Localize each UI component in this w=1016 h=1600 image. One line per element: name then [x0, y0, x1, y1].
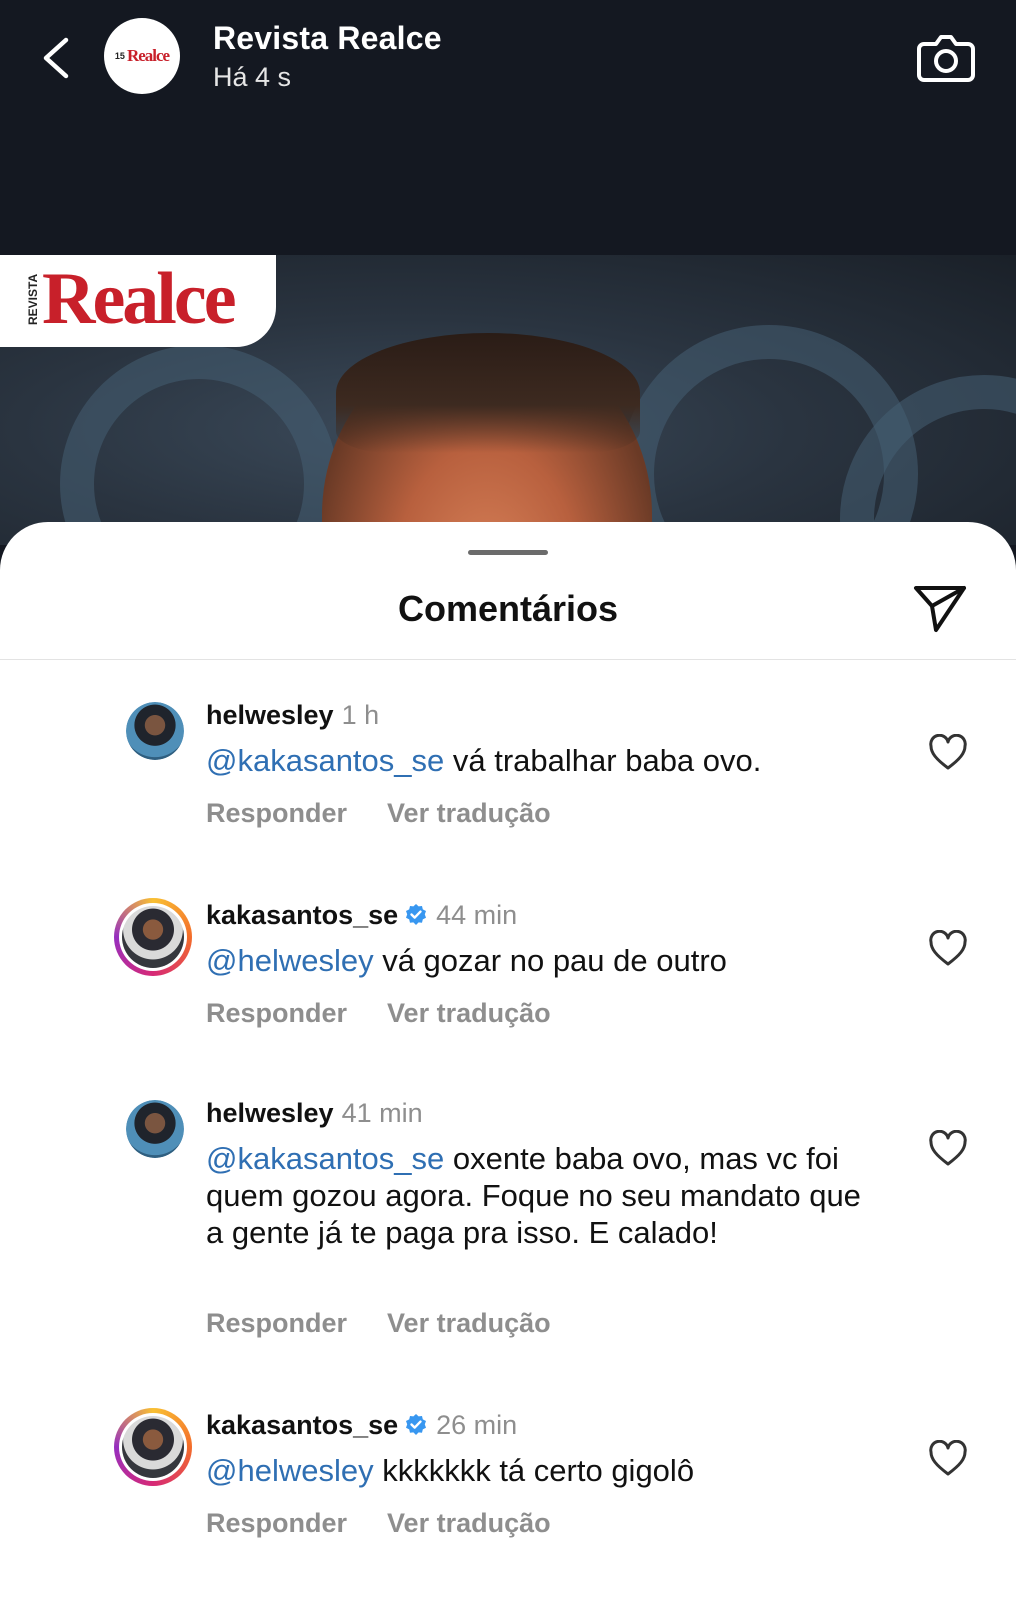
comment-mention[interactable]: @kakasantos_se: [206, 1141, 444, 1176]
brand-name-text: Realce: [42, 258, 237, 340]
comment-actions: Responder Ver tradução: [206, 1508, 591, 1539]
comment-mention[interactable]: @helwesley: [206, 943, 374, 978]
sheet-title: Comentários: [397, 588, 619, 629]
avatar-logo-text: Realce: [126, 46, 170, 65]
comment-text: @kakasantos_se oxente baba ovo, mas vc f…: [206, 1140, 866, 1251]
comment-username[interactable]: kakasantos_se: [206, 900, 398, 930]
reply-button[interactable]: Responder: [206, 1308, 347, 1338]
profile-avatar[interactable]: 15 Realce: [104, 18, 180, 94]
story-account-name[interactable]: Revista Realce: [213, 20, 442, 57]
avatar-photo: [126, 702, 184, 760]
comment-mention[interactable]: @kakasantos_se: [206, 743, 444, 778]
avatar-ring-inner: [119, 1413, 187, 1481]
story-header: 15 Realce Revista Realce Há 4 s: [0, 0, 1016, 255]
brand-logo: REVISTA Realce: [0, 255, 276, 347]
verified-badge-icon: [406, 904, 427, 925]
reply-button[interactable]: Responder: [206, 1508, 347, 1538]
comment-body: vá trabalhar baba ovo.: [444, 743, 762, 778]
comment-body: vá gozar no pau de outro: [373, 943, 727, 978]
comment-actions: Responder Ver tradução: [206, 798, 591, 829]
camera-icon[interactable]: [916, 28, 976, 84]
send-icon[interactable]: [912, 582, 968, 634]
comment-header: helwesley 1 h: [206, 700, 379, 731]
comment-body: kkkkkkk tá certo gigolô: [373, 1453, 695, 1488]
comment-username[interactable]: helwesley: [206, 1098, 334, 1128]
heart-icon[interactable]: [928, 930, 968, 968]
comment-header: kakasantos_se 44 min: [206, 900, 517, 931]
comment-actions: Responder Ver tradução: [206, 1308, 591, 1339]
comment-text: @helwesley kkkkkkk tá certo gigolô: [206, 1452, 866, 1489]
divider: [0, 659, 1016, 660]
comment-text: @helwesley vá gozar no pau de outro: [206, 942, 866, 979]
see-translation-button[interactable]: Ver tradução: [387, 798, 551, 828]
verified-badge-icon: [406, 1414, 427, 1435]
story-image[interactable]: REVISTA Realce: [0, 255, 1016, 545]
comment-time: 41 min: [341, 1098, 423, 1128]
comment-username[interactable]: kakasantos_se: [206, 1410, 398, 1440]
comments-sheet: Comentários helwesley 1 h @kakasantos_se …: [0, 522, 1016, 1600]
avatar[interactable]: [114, 898, 192, 976]
see-translation-button[interactable]: Ver tradução: [387, 998, 551, 1028]
sheet-grabber[interactable]: [468, 550, 548, 555]
heart-icon[interactable]: [928, 1440, 968, 1478]
avatar-photo: [122, 906, 184, 968]
comment-mention[interactable]: @helwesley: [206, 1453, 374, 1488]
comment-header: kakasantos_se 26 min: [206, 1410, 517, 1441]
avatar-photo: [122, 1416, 184, 1478]
comment-header: helwesley 41 min: [206, 1098, 423, 1129]
avatar-photo: [126, 1100, 184, 1158]
reply-button[interactable]: Responder: [206, 798, 347, 828]
comment-username[interactable]: helwesley: [206, 700, 334, 730]
avatar[interactable]: [126, 702, 184, 760]
person-hair: [336, 333, 640, 453]
heart-icon[interactable]: [928, 734, 968, 772]
reply-button[interactable]: Responder: [206, 998, 347, 1028]
comment-time: 44 min: [436, 900, 518, 930]
avatar-logo-number: 15: [114, 51, 125, 61]
comment-actions: Responder Ver tradução: [206, 998, 591, 1029]
comment-text: @kakasantos_se vá trabalhar baba ovo.: [206, 742, 866, 779]
background-ring: [60, 345, 338, 545]
heart-icon[interactable]: [928, 1130, 968, 1168]
chevron-left-icon[interactable]: [38, 34, 74, 82]
story-timestamp: Há 4 s: [213, 62, 292, 92]
see-translation-button[interactable]: Ver tradução: [387, 1508, 551, 1538]
see-translation-button[interactable]: Ver tradução: [387, 1308, 551, 1338]
comment-time: 1 h: [341, 700, 380, 730]
avatar-ring-inner: [119, 903, 187, 971]
avatar[interactable]: [126, 1100, 184, 1158]
comment-time: 26 min: [436, 1410, 518, 1440]
avatar[interactable]: [114, 1408, 192, 1486]
brand-small-text: REVISTA: [26, 273, 40, 325]
